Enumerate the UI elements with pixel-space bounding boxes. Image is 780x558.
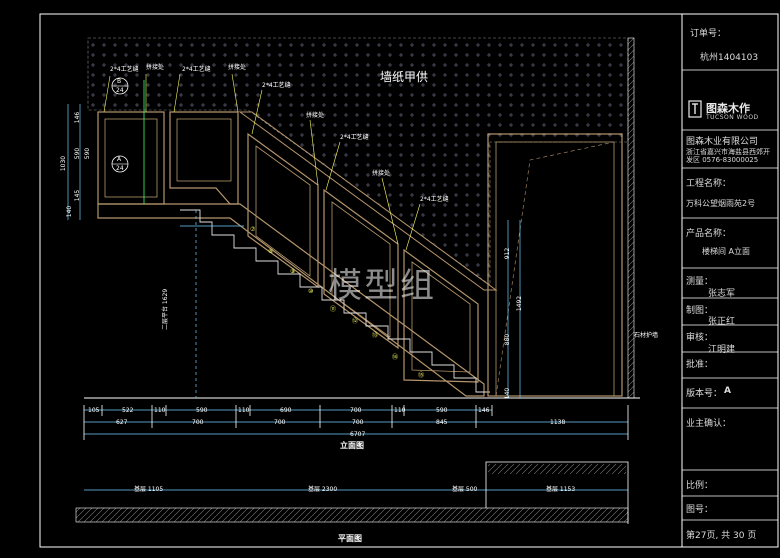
dim-r1-5: 690 [280, 407, 292, 414]
page-label: 第27页, 共 30 页 [686, 531, 757, 541]
dim-r1-2: 110 [154, 407, 166, 414]
dim-left-3: 590 [84, 147, 92, 160]
dim-r1-9: 146 [478, 407, 490, 414]
dim-r2-1: 700 [192, 419, 204, 426]
panel-a-inner [176, 118, 232, 182]
elevation-title: 立面图 [340, 441, 364, 450]
tucson-logo-icon [688, 100, 702, 118]
dim-r2-3: 700 [352, 419, 364, 426]
sheet-label: 图号： [686, 505, 714, 515]
dim-r2-4: 845 [436, 419, 448, 426]
platform-label: 二层平台 1629 [162, 288, 169, 330]
callout-6: 拼接处 [306, 112, 325, 119]
section-mark-a-letter: A [117, 156, 122, 163]
product-value: 楼梯间 A立面 [702, 247, 751, 256]
dim-right-0: 912 [504, 247, 512, 260]
callout-3: 2*4工艺缝 [182, 66, 211, 73]
section-mark-b-letter: B [117, 78, 122, 85]
step-13: ⑬ [372, 332, 379, 339]
scale-label: 比例： [686, 481, 714, 491]
dim-r2-5: 1138 [550, 419, 566, 426]
order-label: 订单号： [690, 29, 727, 39]
dim-left-0: 146 [74, 111, 82, 124]
panel-b [97, 111, 165, 205]
dim-total: 6707 [350, 431, 366, 438]
plan-view [75, 461, 629, 524]
step-12: ⑫ [352, 318, 359, 325]
project-value: 万科公望烟雨苑2号 [686, 199, 756, 208]
dim-r1-1: 522 [122, 407, 134, 414]
dim-right-3: 140 [504, 387, 512, 400]
step-7: ⑦ [250, 226, 256, 233]
plan-dim-2: 基层 500 [452, 486, 478, 493]
step-9: ⑨ [290, 268, 296, 275]
watermark-text: 模型组 [328, 266, 436, 306]
dim-r2-2: 700 [274, 419, 286, 426]
dim-r1-0: 105 [88, 407, 100, 414]
callout-1: 2*4工艺缝 [110, 66, 139, 73]
draw-value: 张正红 [708, 317, 736, 327]
door-swing [495, 141, 615, 397]
plan-title: 平面图 [338, 534, 362, 543]
stone-wall [627, 37, 635, 399]
dim-r2-0: 627 [116, 419, 128, 426]
company-address: 浙江省嘉兴市海盐县西郊开发区 0576-83000025 [686, 148, 770, 164]
callout-5: 2*4工艺缝 [262, 82, 291, 89]
callout-4: 拼接处 [228, 64, 247, 71]
dim-r1-4: 110 [238, 407, 250, 414]
callout-7: 2*4工艺缝 [340, 134, 369, 141]
version-label: 版本号： [686, 389, 723, 399]
stone-skirting-label: 石材护墙 [634, 332, 659, 339]
wallpaper-label: 墙纸甲供 [380, 70, 429, 84]
door-frame-inner [495, 141, 615, 397]
order-value: 杭州1404103 [700, 53, 759, 63]
review-value: 江明建 [708, 345, 736, 355]
section-mark-b-num: 24 [116, 87, 124, 94]
step-11: ⑪ [330, 306, 337, 313]
callout-2: 拼接处 [146, 64, 165, 71]
step-14: ⑭ [392, 354, 399, 361]
survey-value: 张志军 [708, 289, 736, 299]
wallpaper-zone [87, 37, 629, 286]
product-label: 产品名称： [686, 229, 732, 239]
dim-left-1: 590 [74, 147, 82, 160]
section-mark-a-num: 24 [116, 165, 124, 172]
step-15: ⑮ [418, 372, 425, 379]
version-value: A [724, 386, 731, 396]
project-label: 工程名称： [686, 179, 732, 189]
approve-label: 批准： [686, 360, 714, 370]
step-10: ⑩ [308, 288, 314, 295]
dim-r1-3: 590 [196, 407, 208, 414]
plan-dim-0: 基层 1105 [134, 486, 164, 493]
dim-left-4: 145 [74, 189, 82, 202]
dim-left-5: 140 [66, 205, 74, 218]
confirm-label: 业主确认： [686, 419, 732, 429]
dim-r1-6: 700 [350, 407, 362, 414]
dim-left-2: 1030 [60, 155, 68, 172]
slant-panel-1 [247, 132, 319, 289]
step-8: ⑧ [268, 248, 274, 255]
panel-b-inner [104, 118, 158, 198]
callout-8: 拼接处 [372, 170, 391, 177]
plan-dim-3: 基层 1153 [546, 486, 576, 493]
slant-panel-1-inner [255, 145, 311, 277]
dim-r1-7: 110 [394, 407, 406, 414]
dim-r1-8: 590 [436, 407, 448, 414]
brand-english: TUCSON WOOD [706, 114, 759, 121]
plan-dim-1: 基层 2300 [308, 486, 338, 493]
company-name: 图森木业有限公司 [686, 137, 759, 147]
dim-right-1: 1492 [516, 295, 524, 312]
panel-a [169, 111, 239, 205]
dim-right-2: 880 [504, 333, 512, 346]
callout-9: 2*4工艺缝 [420, 196, 449, 203]
